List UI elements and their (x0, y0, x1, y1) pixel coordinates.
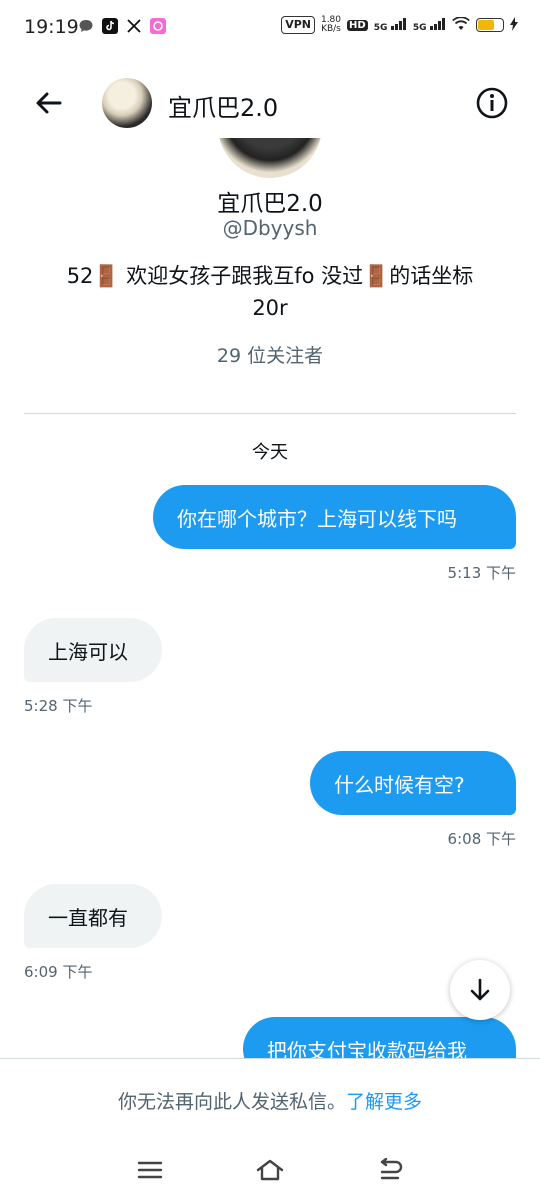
menu-button[interactable] (130, 1152, 170, 1188)
hd-badge: HD (347, 19, 368, 31)
system-indicators: VPN 1.80 KB/s HD 5G 5G (281, 16, 518, 34)
page-title[interactable]: 宜爪巴2.0 (168, 88, 278, 123)
back-nav-button[interactable] (370, 1152, 410, 1188)
status-bar: 19:19 VPN 1.80 KB/s HD 5G 5G (0, 0, 540, 58)
battery-level (478, 20, 494, 30)
tiktok-icon (102, 18, 118, 34)
followers-count[interactable]: 29 位关注者 (0, 341, 540, 368)
charging-icon (510, 16, 518, 34)
back-icon (380, 1158, 403, 1180)
conversation-header: 宜爪巴2.0 (0, 70, 540, 136)
avatar[interactable] (102, 78, 152, 128)
home-icon (256, 1159, 284, 1181)
message-bubble-received[interactable]: 一直都有 (24, 884, 162, 948)
profile-avatar[interactable] (218, 138, 322, 178)
message-timestamp: 6:09 下午 (24, 963, 93, 981)
net-speed: 1.80 KB/s (320, 15, 342, 34)
signal-1-icon: 5G (374, 17, 407, 33)
wifi-icon (452, 15, 470, 34)
message-icon (78, 18, 94, 34)
message-timestamp: 5:13 下午 (447, 564, 516, 582)
divider (24, 413, 516, 414)
message-timestamp: 5:28 下午 (24, 697, 93, 715)
home-button[interactable] (250, 1152, 290, 1188)
system-nav-bar (0, 1144, 540, 1200)
message-bubble-sent[interactable]: 什么时候有空? (310, 751, 516, 815)
message-bubble-received[interactable]: 上海可以 (24, 618, 162, 682)
back-button[interactable] (30, 84, 68, 122)
signal-2-icon: 5G (413, 17, 446, 33)
day-separator: 今天 (252, 442, 288, 463)
info-icon (476, 87, 508, 119)
status-time: 19:19 (24, 16, 79, 38)
info-button[interactable] (476, 87, 508, 119)
arrow-left-icon (36, 92, 62, 114)
profile-handle[interactable]: @Dbyysh (0, 216, 540, 240)
profile-bio: 52🚪 欢迎女孩子跟我互fo 没过🚪的话坐标 20r (66, 264, 474, 320)
notice-text: 你无法再向此人发送私信。 (117, 1091, 346, 1113)
profile-name[interactable]: 宜爪巴2.0 (0, 184, 540, 218)
x-icon (126, 18, 142, 34)
dm-restricted-notice: 你无法再向此人发送私信。了解更多 (0, 1058, 540, 1145)
menu-icon (137, 1161, 163, 1179)
notification-icons (78, 18, 166, 34)
message-timestamp: 6:08 下午 (447, 830, 516, 848)
message-bubble-sent[interactable]: 你在哪个城市？上海可以线下吗 (153, 485, 516, 549)
battery-icon (476, 18, 504, 32)
arrow-down-icon (470, 978, 490, 1001)
learn-more-link[interactable]: 了解更多 (346, 1091, 422, 1113)
scroll-to-bottom-button[interactable] (450, 960, 510, 1020)
app-icon (150, 18, 166, 34)
vpn-badge: VPN (281, 16, 315, 34)
